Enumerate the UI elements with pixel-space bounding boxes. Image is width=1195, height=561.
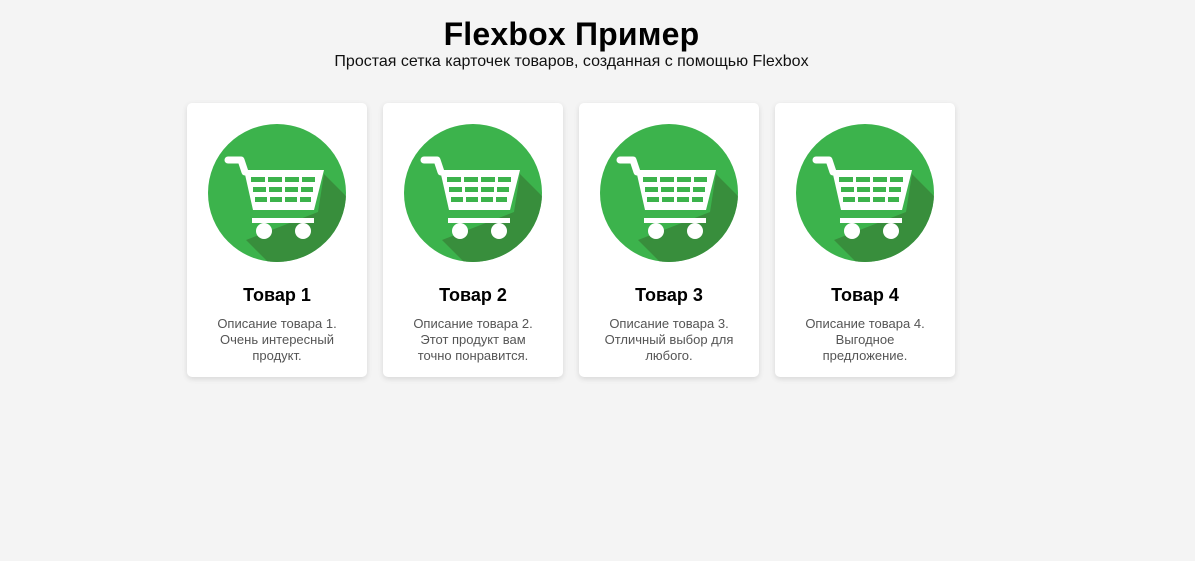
product-card[interactable]: Товар 4 Описание товара 4. Выгодное пред…	[775, 103, 955, 377]
product-title: Товар 1	[243, 285, 311, 305]
shopping-cart-icon	[600, 124, 738, 262]
product-card[interactable]: Товар 1 Описание товара 1. Очень интерес…	[187, 103, 367, 377]
product-title: Товар 3	[635, 285, 703, 305]
product-card[interactable]: Товар 3 Описание товара 3. Отличный выбо…	[579, 103, 759, 377]
product-description: Описание товара 3. Отличный выбор для лю…	[604, 316, 734, 363]
product-description: Описание товара 4. Выгодное предложение.	[805, 316, 925, 363]
product-description: Описание товара 2. Этот продукт вам точн…	[413, 316, 533, 363]
shopping-cart-icon	[208, 124, 346, 262]
shopping-cart-icon	[796, 124, 934, 262]
page-subtitle: Простая сетка карточек товаров, созданна…	[334, 53, 809, 70]
product-grid: Товар 1 Описание товара 1. Очень интерес…	[187, 103, 955, 377]
product-title: Товар 4	[831, 285, 899, 305]
product-card[interactable]: Товар 2 Описание товара 2. Этот продукт …	[383, 103, 563, 377]
page-title: Flexbox Пример	[443, 16, 700, 52]
product-description: Описание товара 1. Очень интересный прод…	[217, 316, 337, 363]
shopping-cart-icon	[404, 124, 542, 262]
page-header: Flexbox Пример Простая сетка карточек то…	[0, 0, 1143, 71]
product-title: Товар 2	[439, 285, 507, 305]
